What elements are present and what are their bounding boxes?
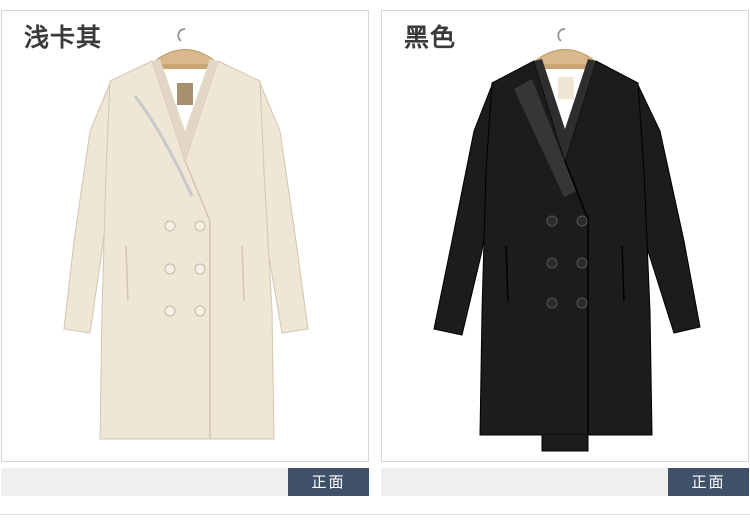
color-label: 黑色 bbox=[404, 23, 457, 52]
product-panel-khaki[interactable]: 浅卡其 bbox=[1, 10, 369, 462]
color-label: 浅卡其 bbox=[24, 23, 103, 52]
product-panel-black[interactable]: 黑色 bbox=[381, 10, 749, 462]
divider bbox=[0, 514, 750, 515]
coat-body bbox=[63, 59, 309, 440]
front-view-tag[interactable]: 正面 bbox=[668, 468, 749, 496]
coat-body bbox=[433, 59, 701, 452]
coat-image-khaki bbox=[63, 28, 309, 440]
coat-image-black bbox=[433, 28, 701, 452]
view-bar-khaki: 正面 bbox=[1, 468, 369, 496]
front-view-tag[interactable]: 正面 bbox=[288, 468, 369, 496]
view-bar-black: 正面 bbox=[381, 468, 749, 496]
product-color-gallery: 浅卡其 黑色 正面 正面 bbox=[0, 0, 750, 525]
